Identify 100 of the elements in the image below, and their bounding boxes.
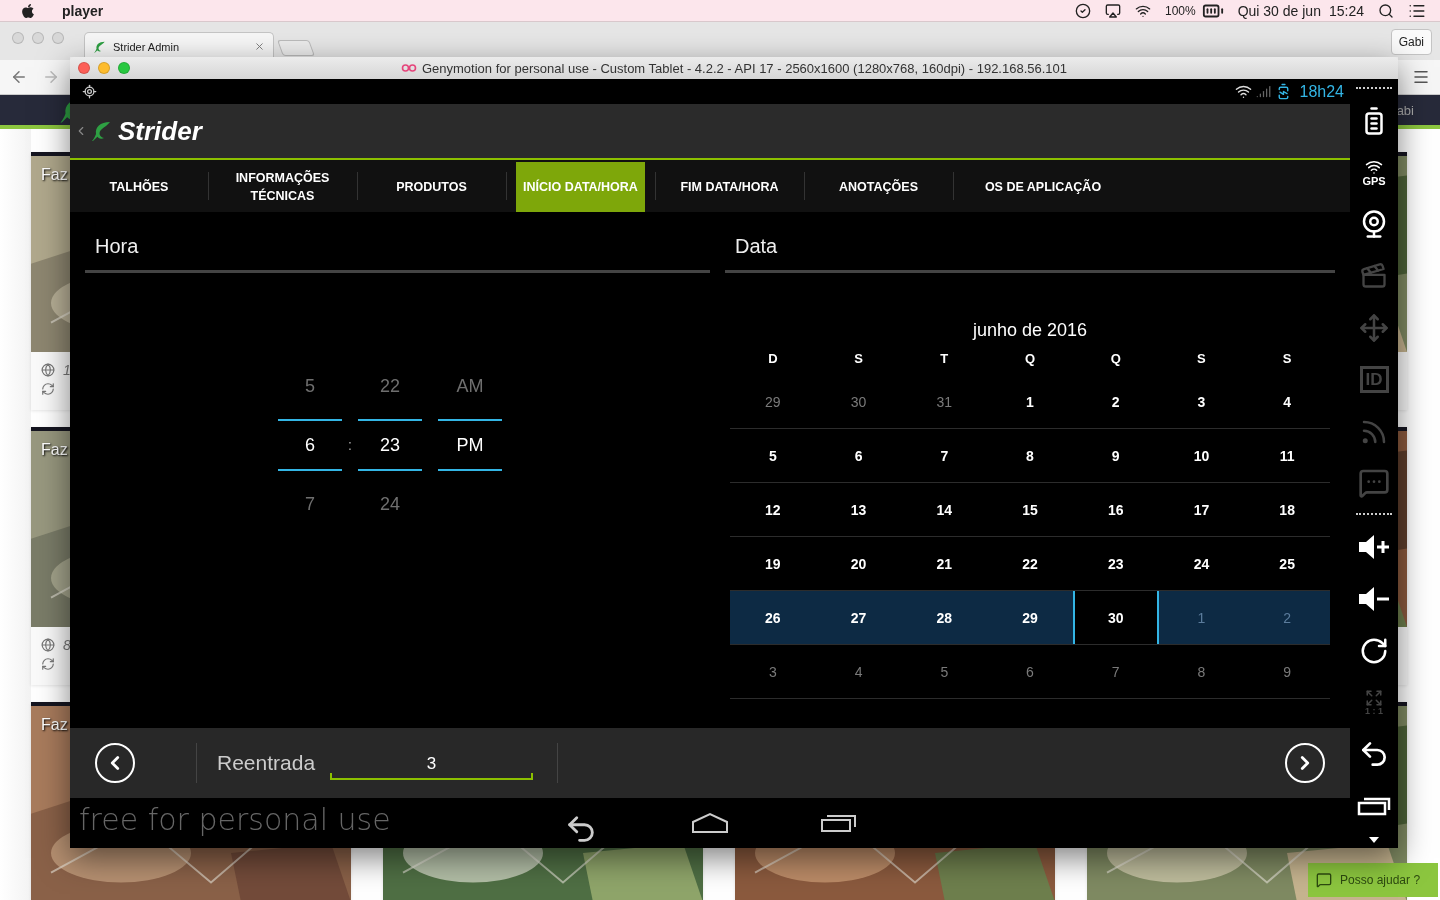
calendar-day[interactable]: 9 [1072,429,1159,482]
calendar-day[interactable]: 29 [987,591,1073,644]
reentry-field[interactable]: 3 [330,746,534,780]
volume-down-icon [1357,585,1391,614]
previous-button[interactable] [95,743,135,783]
picker-option[interactable]: AM [438,361,502,411]
calendar-day[interactable]: 18 [1244,483,1330,536]
card-title: Faz [41,166,68,184]
calendar-day[interactable]: 9 [1244,645,1330,698]
calendar-day[interactable]: 12 [730,483,816,536]
calendar-day[interactable]: 11 [1244,429,1330,482]
time-separator: : [347,436,353,455]
calendar-day[interactable]: 22 [987,537,1073,590]
home-icon[interactable] [691,812,729,834]
user-name[interactable]: abi [1396,102,1414,118]
apple-icon[interactable] [20,2,36,19]
battery-percent: 100% [1164,3,1196,18]
gps-button[interactable]: GPS [1352,146,1396,199]
weekday-label: S [1196,350,1207,366]
airplay-icon[interactable] [1104,2,1121,19]
tab[interactable]: ANOTAÇÕES [804,162,953,212]
watermark-text: free for personal use [79,802,391,837]
picker-value[interactable]: 6 [278,421,342,469]
help-button[interactable]: Posso ajudar ? [1308,863,1438,897]
calendar-day[interactable]: 25 [1244,537,1330,590]
calendar-day[interactable]: 27 [815,591,902,644]
calendar-day[interactable]: 8 [1158,645,1245,698]
tab[interactable]: FIM DATA/HORA [655,162,804,212]
weekday-label: Q [1023,350,1037,366]
calendar-day[interactable]: 7 [901,429,988,482]
calendar-day[interactable]: 20 [815,537,902,590]
calendar-day[interactable]: 10 [1158,429,1245,482]
calendar-day[interactable]: 4 [1244,375,1330,428]
calendar-day[interactable]: 3 [730,645,816,698]
calendar-day[interactable]: 13 [815,483,902,536]
close-light[interactable] [78,62,90,74]
calendar-day[interactable]: 8 [987,429,1073,482]
calendar-day[interactable]: 19 [730,537,816,590]
wifi-icon [1234,83,1252,100]
calendar-day[interactable]: 29 [730,375,816,428]
calendar-day[interactable]: 26 [730,591,816,644]
card-title: Faz [41,716,68,734]
next-button[interactable] [1285,743,1325,783]
calendar-day[interactable]: 6 [815,429,902,482]
menu-icon[interactable] [1412,68,1430,86]
panel-title: Data [725,212,1335,273]
calendar-day[interactable]: 5 [730,429,816,482]
calendar-day[interactable]: 21 [901,537,988,590]
card-title: Faz [41,441,68,459]
picker-option[interactable]: 22 [358,361,422,411]
check-icon[interactable] [1074,2,1091,19]
calendar-day[interactable]: 15 [987,483,1073,536]
calendar-day[interactable]: 14 [901,483,988,536]
search-icon[interactable] [1378,2,1394,19]
calendar-day[interactable]: 4 [815,645,902,698]
month-title: junho de 2016 [971,320,1089,341]
recents-icon[interactable] [820,812,858,834]
calendar-day[interactable]: 24 [1158,537,1245,590]
menu-app-name[interactable]: player [62,2,104,19]
globe-icon [41,363,55,377]
tab[interactable]: OS DE APLICAÇÃO [953,162,1133,212]
status-time: 18h24 [1299,82,1344,101]
calendar-day[interactable]: 2 [1072,375,1159,428]
location-icon [82,84,97,99]
volume-up-icon [1357,533,1391,562]
profile-button[interactable]: Gabi [1390,29,1432,55]
window-title: Genymotion for personal use - Custom Tablet - 4.2.2 - API 17 - 2560x1600 (1280x768, 160dpi) - 192.168.56.101 [421,60,1068,76]
move-icon [1359,313,1389,344]
weekday-label: S [1281,350,1293,366]
picker-value[interactable]: 23 [358,421,422,469]
weekday-label: T [939,350,950,366]
calendar-day[interactable]: 23 [1072,537,1159,590]
picker-value[interactable]: PM [438,421,502,469]
calendar-day[interactable]: 1 [987,375,1073,428]
calendar-day[interactable]: 5 [901,645,988,698]
calendar-day[interactable]: 16 [1072,483,1159,536]
logo-icon [400,62,417,74]
calendar-day[interactable]: 3 [1158,375,1245,428]
tab[interactable]: PRODUTOS [357,162,506,212]
close-icon[interactable] [254,41,265,52]
picker-option[interactable]: 24 [358,479,422,529]
app-title: Strider [118,115,202,147]
weekday-label: Q [1109,350,1122,366]
weekday-label: D [767,350,779,366]
clapperboard-icon [1360,262,1388,291]
browser-tab[interactable]: Strider Admin [84,32,274,60]
calendar-day[interactable]: 6 [987,645,1073,698]
tab[interactable]: INFORMAÇÕES TÉCNICAS [208,162,357,212]
calendar-day[interactable]: 17 [1158,483,1245,536]
calendar-day[interactable]: 31 [901,375,988,428]
picker-option[interactable]: 5 [278,361,342,411]
picker-option[interactable]: 7 [278,479,342,529]
calendar-day[interactable]: 30 [815,375,902,428]
tab[interactable]: TALHÕES [70,162,208,212]
wifi-icon [1365,158,1383,177]
menu-time: 15:24 [1328,2,1364,19]
calendar-day[interactable]: 30 [1072,591,1159,644]
sync-icon [41,657,55,671]
calendar-day[interactable]: 28 [901,591,988,644]
calendar-day[interactable]: 7 [1072,645,1159,698]
